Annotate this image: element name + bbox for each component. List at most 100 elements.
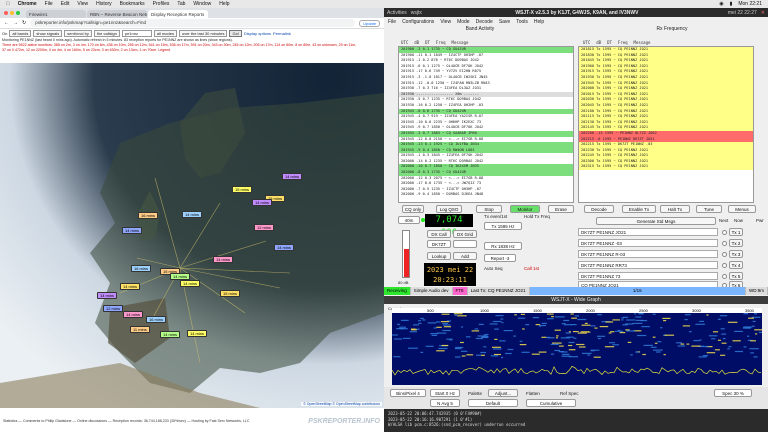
wsjtx-menu-tools[interactable]: Tools xyxy=(516,19,528,25)
os-clock[interactable]: mei 22 22:27 xyxy=(728,10,757,16)
ref-spec-checkbox[interactable]: Ref Spec xyxy=(560,391,579,396)
map-marker[interactable]: 14 mins xyxy=(182,211,203,218)
timeframe-select[interactable]: over the last 30 minutes xyxy=(178,30,228,37)
n-avg-spinner[interactable]: N Avg 5 xyxy=(430,399,460,407)
band-select[interactable]: all bands xyxy=(9,30,32,37)
menus-button[interactable]: Menus xyxy=(728,205,756,213)
rx-frequency-list[interactable]: 201815 Tx 1595 ~ CQ PE1NNZ JO21 201830 Tx… xyxy=(578,46,754,203)
flatten-checkbox[interactable]: Flatten xyxy=(526,391,540,396)
update-button[interactable]: Update xyxy=(359,19,380,27)
active-app-name[interactable]: Chrome xyxy=(18,1,37,7)
tx-message-3-radio[interactable] xyxy=(722,251,727,257)
tx-message-5-field[interactable]: DK7ZT PE1NNZ 73 xyxy=(578,272,718,280)
reload-icon[interactable]: ↻ xyxy=(22,20,26,26)
dx-grid-input[interactable] xyxy=(453,240,477,248)
band-activity-row[interactable]: 202000 -9 0.4 1850 ~ DO9BAS DJ6EA JN48 xyxy=(399,192,573,198)
tab-rbn[interactable]: RBN – Reverse Beacon Netwo... xyxy=(87,10,147,18)
start-freq-spinner[interactable]: Start 0 Hz xyxy=(430,389,460,397)
menu-file[interactable]: File xyxy=(45,1,53,7)
wsjtx-menu-file[interactable]: File xyxy=(388,19,396,25)
reception-map[interactable]: 15 mins 15 mins 14 mins 14 mins 14 mins 16 mi… xyxy=(0,63,384,408)
monitor-button[interactable]: Monitor xyxy=(510,205,540,213)
menu-help[interactable]: Help xyxy=(219,1,229,7)
spectrum-type-select[interactable]: Cumulative xyxy=(526,399,576,407)
decode-button[interactable]: Decode xyxy=(584,205,614,213)
tx1-button[interactable]: Tx 1 xyxy=(729,228,743,236)
auto-seq-checkbox[interactable]: Auto Seq xyxy=(484,266,503,271)
cq-only-checkbox[interactable]: CQ only xyxy=(402,205,424,213)
os-app-label[interactable]: wsjtx xyxy=(411,10,422,16)
map-marker[interactable]: 14 mins xyxy=(282,173,303,180)
battery-icon[interactable]: ▮ xyxy=(730,1,733,7)
map-marker[interactable]: 16 mins xyxy=(146,316,167,323)
menu-window[interactable]: Window xyxy=(193,1,211,7)
tx-even-checkbox[interactable]: Tx even/1st xyxy=(484,214,507,219)
generate-std-msgs-button[interactable]: Generate Std Msgs xyxy=(596,217,716,225)
tx-message-2-field[interactable]: DK7ZT PE1NNZ -03 xyxy=(578,239,718,247)
waterfall-display[interactable] xyxy=(392,313,762,385)
tx-message-4-field[interactable]: DK7ZT PE1NNZ RR73 xyxy=(578,261,718,269)
bins-per-pixel-spinner[interactable]: Bins/Pixel 4 xyxy=(390,389,426,397)
wsjtx-menu-save[interactable]: Save xyxy=(499,19,510,25)
map-marker[interactable]: 14 mins xyxy=(180,280,201,287)
tune-button[interactable]: Tune xyxy=(696,205,722,213)
menu-history[interactable]: History xyxy=(96,1,112,7)
tx-message-2-radio[interactable] xyxy=(722,240,727,246)
map-marker[interactable]: 14 mins xyxy=(160,331,181,338)
stop-button[interactable]: Stop xyxy=(476,205,502,213)
forward-icon[interactable]: → xyxy=(13,20,18,26)
band-select[interactable]: 40m xyxy=(398,216,420,224)
map-marker[interactable]: 14 mins xyxy=(274,244,295,251)
go-button[interactable]: Go! xyxy=(229,30,242,37)
menu-profiles[interactable]: Profiles xyxy=(153,1,170,7)
menu-view[interactable]: View xyxy=(77,1,88,7)
sent-by-select[interactable]: sent/rcvd by xyxy=(64,30,92,37)
map-marker[interactable]: 14 mins xyxy=(97,292,118,299)
tx4-button[interactable]: Tx 4 xyxy=(729,261,743,269)
wsjtx-menu-decode[interactable]: Decode xyxy=(476,19,493,25)
dx-call-input[interactable]: DK7ZT xyxy=(427,240,451,248)
wsjtx-menu-configurations[interactable]: Configurations xyxy=(402,19,434,25)
rx-frequency-row[interactable]: 202315 Tx 1595 ~ CQ PE1NNZ JO21 xyxy=(579,164,753,171)
map-marker[interactable]: 16 mins xyxy=(138,212,159,219)
wsjtx-menu-view[interactable]: View xyxy=(440,19,451,25)
tx-message-1-radio[interactable] xyxy=(722,229,727,235)
map-marker[interactable]: 14 mins xyxy=(187,330,208,337)
display-options-link[interactable]: Display options xyxy=(244,31,271,36)
mode-select[interactable]: all modes xyxy=(153,30,177,37)
map-marker[interactable]: 14 mins xyxy=(120,283,141,290)
map-marker[interactable]: 14 mins xyxy=(123,311,144,318)
map-marker[interactable]: 14 mins xyxy=(252,199,273,206)
halt-tx-button[interactable]: Halt Tx xyxy=(660,205,690,213)
enable-tx-button[interactable]: Enable Tx xyxy=(622,205,656,213)
map-marker[interactable]: 16 mins xyxy=(131,265,152,272)
rx-freq-spinner[interactable]: Rx 1838 Hz xyxy=(484,242,522,250)
show-select[interactable]: show signals xyxy=(33,30,63,37)
tx-freq-spinner[interactable]: Tx 1595 Hz xyxy=(484,222,522,230)
close-window-icon[interactable] xyxy=(4,11,8,15)
report-spinner[interactable]: Report -3 xyxy=(484,254,516,262)
wifi-icon[interactable]: ◉ xyxy=(719,1,723,7)
map-marker[interactable]: 15 mins xyxy=(232,186,253,193)
callsign-input[interactable]: pe1nnz xyxy=(121,30,152,37)
map-marker[interactable]: 12 mins xyxy=(103,305,124,312)
map-marker[interactable]: 11 mins xyxy=(130,326,150,333)
call-1st-checkbox[interactable]: Call 1st xyxy=(524,266,539,271)
tab-firewire[interactable]: Firewire1 xyxy=(26,10,86,18)
activities-label[interactable]: Activities xyxy=(387,10,407,16)
back-icon[interactable]: ← xyxy=(4,20,9,26)
map-marker[interactable]: 14 mins xyxy=(122,227,143,234)
adjust-button[interactable]: Adjust... xyxy=(488,389,518,397)
map-marker[interactable]: 15 mins xyxy=(220,290,241,297)
map-marker[interactable]: 14 mins xyxy=(213,256,234,263)
lookup-button[interactable]: Lookup xyxy=(427,252,451,260)
map-marker[interactable]: 12 mins xyxy=(254,224,275,231)
hold-tx-freq-checkbox[interactable]: Hold Tx Freq xyxy=(524,214,550,219)
wsjtx-menu-mode[interactable]: Mode xyxy=(457,19,470,25)
permalink-link[interactable]: Permalink xyxy=(273,31,291,36)
apple-icon[interactable]:  xyxy=(6,1,10,7)
menu-edit[interactable]: Edit xyxy=(61,1,70,7)
erase-button[interactable]: Erase xyxy=(548,205,574,213)
tx5-button[interactable]: Tx 5 xyxy=(729,272,743,280)
wsjtx-menu-help[interactable]: Help xyxy=(534,19,544,25)
